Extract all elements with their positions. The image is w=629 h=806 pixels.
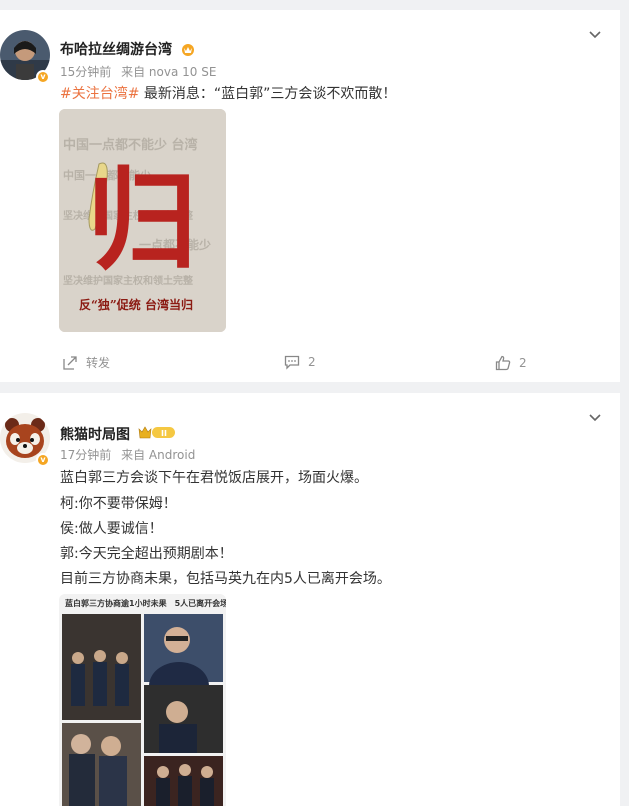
post-body: 最新消息：“蓝白郭”三方会谈不欢而散！ (139, 86, 397, 102)
level-badge: II (138, 425, 176, 440)
post-image[interactable]: 蓝白郭三方协商逾1小时未果 5人已离开会场 (59, 594, 226, 806)
post-time[interactable]: 15分钟前 (60, 65, 111, 79)
post-source: 来自 Android (121, 448, 196, 462)
like-count: 2 (519, 356, 527, 370)
crown-icon (182, 44, 194, 56)
post-line-5: 目前三方协商未果，包括马英九在内5人已离开会场。 (60, 571, 391, 587)
post-line-4: 郭:今天完全超出预期剧本！ (60, 546, 233, 562)
topic-link[interactable]: #关注台湾# (60, 86, 139, 102)
verified-badge-icon: v (36, 453, 50, 467)
like-button[interactable]: 2 (495, 355, 527, 371)
post-meta: 15分钟前 来自 nova 10 SE (60, 63, 216, 80)
repost-label: 转发 (86, 356, 111, 370)
post-line-1: 蓝白郭三方会谈下午在君悦饭店展开，场面火爆。 (60, 470, 368, 486)
comment-button[interactable]: 2 (284, 354, 316, 370)
comment-count: 2 (308, 355, 316, 369)
photo-3 (144, 685, 223, 753)
thumbs-up-icon (495, 355, 511, 371)
post-meta: 17分钟前 来自 Android (60, 446, 195, 463)
post-line-3: 侯:做人要诚信！ (60, 521, 163, 537)
post-line-2: 柯:你不要带保姆！ (60, 496, 177, 512)
image-caption: 蓝白郭三方协商逾1小时未果 5人已离开会场 (65, 599, 226, 608)
post-source: 来自 nova 10 SE (121, 65, 217, 79)
photo-4 (62, 723, 141, 806)
chevron-down-icon[interactable] (588, 411, 602, 425)
bottom-line: 反“独”促统 台湾当归 (79, 297, 193, 312)
big-char: 归 (87, 156, 197, 285)
bg-word-1: 中国一点都不能少 台湾 (63, 137, 198, 153)
comment-icon (284, 355, 300, 370)
post-text: #关注台湾# 最新消息：“蓝白郭”三方会谈不欢而散！ (60, 83, 396, 103)
photo-5 (144, 756, 223, 806)
post-image[interactable]: 中国一点都不能少 台湾 中国一点都不能少 坚决维护国家主权和领土完整 一点都不能… (59, 109, 226, 332)
repost-button[interactable]: 转发 (62, 354, 110, 371)
verified-badge-icon: v (36, 70, 50, 84)
repost-icon (63, 355, 77, 370)
feed-card-2: v 熊猫时局图 II 17分钟前 来自 Android 蓝白郭三方会谈下午在君悦… (0, 393, 620, 806)
username[interactable]: 熊猫时局图 (60, 424, 130, 444)
post-time[interactable]: 17分钟前 (60, 448, 111, 462)
photo-1 (62, 614, 141, 720)
chevron-down-icon[interactable] (588, 28, 602, 42)
level-badge-label: II (161, 429, 167, 438)
username[interactable]: 布哈拉丝绸游台湾 (60, 39, 172, 59)
feed-card-1: v 布哈拉丝绸游台湾 15分钟前 来自 nova 10 SE #关注台湾# 最新… (0, 10, 620, 382)
